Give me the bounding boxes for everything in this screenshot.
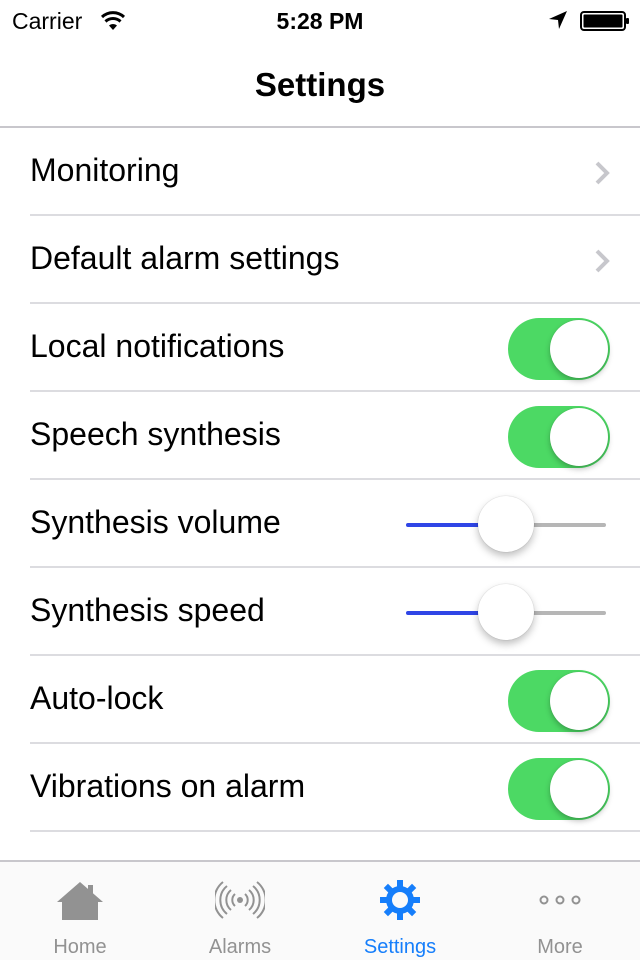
tab-home[interactable]: Home [0,862,160,960]
navigation-bar: Settings [0,40,640,128]
slider-thumb[interactable] [478,496,534,552]
tab-alarms[interactable]: Alarms [160,862,320,960]
setting-label: Auto-lock [30,680,164,716]
auto-lock-toggle[interactable] [508,670,610,732]
speech-synthesis-toggle[interactable] [508,406,610,468]
chevron-right-icon [595,161,610,185]
status-bar: Carrier 5:28 PM [0,0,640,40]
local-notifications-toggle[interactable] [508,318,610,380]
tab-label: More [537,936,583,958]
synthesis-volume-slider[interactable] [406,496,606,552]
setting-local-notifications: Local notifications [0,304,640,392]
page-title: Settings [254,66,386,103]
vibrations-toggle[interactable] [508,758,610,820]
gear-icon [380,880,420,920]
toggle-knob [550,320,608,378]
synthesis-speed-slider[interactable] [406,584,606,640]
chevron-right-icon [595,249,610,273]
tab-label: Home [53,936,107,958]
tab-label: Settings [363,936,437,958]
setting-label: Local notifications [30,328,285,364]
toggle-knob [550,760,608,818]
setting-label: Default alarm settings [30,240,340,276]
setting-auto-lock: Auto-lock [0,656,640,744]
battery-icon [580,11,629,31]
setting-synthesis-volume: Synthesis volume [0,480,640,568]
tab-settings[interactable]: Settings [320,862,480,960]
setting-default-alarm[interactable]: Default alarm settings [0,216,640,304]
setting-label: Monitoring [30,152,180,188]
setting-monitoring[interactable]: Monitoring [0,128,640,216]
more-icon [539,895,581,905]
tab-bar: Home Alarms Settings More [0,860,640,960]
tab-more[interactable]: More [480,862,640,960]
alarm-signal-icon [215,881,265,919]
clock: 5:28 PM [276,8,364,34]
setting-label: Vibrations on alarm [30,768,306,804]
toggle-knob [550,408,608,466]
location-arrow-icon [549,11,567,29]
toggle-knob [550,672,608,730]
setting-synthesis-speed: Synthesis speed [0,568,640,656]
setting-speech-synthesis: Speech synthesis [0,392,640,480]
setting-vibrations: Vibrations on alarm [0,744,640,832]
setting-label: Synthesis volume [30,504,281,540]
slider-thumb[interactable] [478,584,534,640]
setting-label: Synthesis speed [30,592,265,628]
home-icon [57,882,103,920]
tab-label: Alarms [208,936,272,958]
setting-label: Speech synthesis [30,416,281,452]
settings-list: Monitoring Default alarm settings Local … [0,128,640,832]
